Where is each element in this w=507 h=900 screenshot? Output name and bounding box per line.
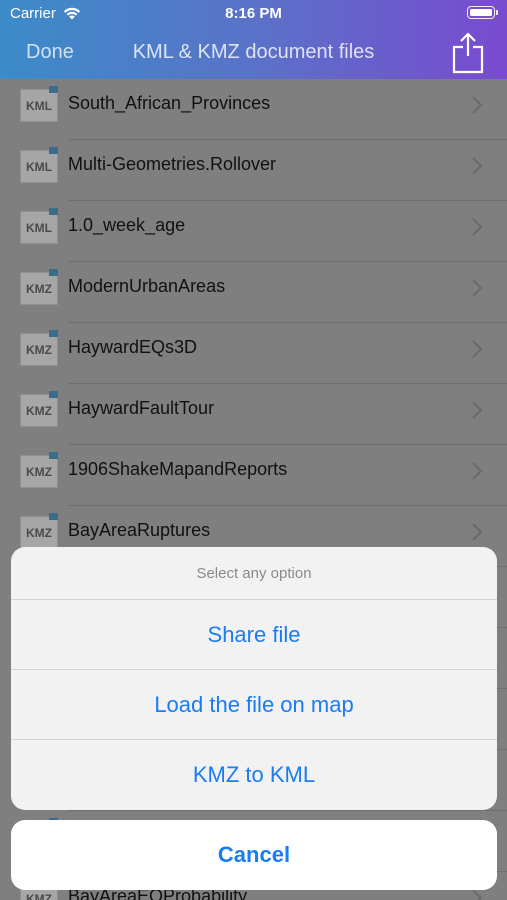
kmz-to-kml-button[interactable]: KMZ to KML — [11, 740, 497, 810]
file-corner-icon — [49, 513, 58, 520]
battery-icon — [467, 6, 498, 19]
file-row[interactable]: KML Multi-Geometries.Rollover — [0, 140, 507, 201]
page-title: KML & KMZ document files — [0, 41, 507, 64]
status-time: 8:16 PM — [225, 5, 282, 22]
file-type-label: KMZ — [26, 342, 52, 357]
file-name: HaywardFaultTour — [68, 398, 215, 418]
chevron-right-icon — [472, 96, 483, 114]
file-corner-icon — [49, 269, 58, 276]
status-bar: Carrier 8:16 PM — [0, 0, 507, 28]
file-type-icon: KMZ — [20, 391, 58, 427]
file-type-icon: KML — [20, 147, 58, 183]
chevron-right-icon — [472, 401, 483, 419]
file-row[interactable]: KMZ HaywardFaultTour — [0, 384, 507, 445]
file-row[interactable]: KML 1.0_week_age — [0, 201, 507, 262]
chevron-right-icon — [472, 157, 483, 175]
file-corner-icon — [49, 208, 58, 215]
file-type-label: KML — [26, 98, 52, 113]
file-type-label: KMZ — [26, 525, 52, 540]
file-type-icon: KMZ — [20, 513, 58, 549]
file-type-label: KML — [26, 220, 52, 235]
file-name: HaywardEQs3D — [68, 337, 198, 357]
file-type-icon: KMZ — [20, 452, 58, 488]
file-name: ModernUrbanAreas — [68, 276, 226, 296]
file-corner-icon — [49, 452, 58, 459]
file-corner-icon — [49, 86, 58, 93]
share-icon[interactable] — [451, 30, 485, 74]
file-corner-icon — [49, 330, 58, 337]
header: Carrier 8:16 PM Done KML & KMZ document … — [0, 0, 507, 79]
file-type-label: KML — [26, 159, 52, 174]
file-row[interactable]: KMZ 1906ShakeMapandReports — [0, 445, 507, 506]
action-sheet-title: Select any option — [11, 547, 497, 600]
file-name: BayAreaRuptures — [68, 520, 211, 540]
action-sheet: Select any option Share file Load the fi… — [11, 547, 497, 810]
file-name: Multi-Geometries.Rollover — [68, 154, 277, 174]
cancel-button[interactable]: Cancel — [11, 820, 497, 890]
file-name: 1.0_week_age — [68, 215, 186, 235]
chevron-right-icon — [472, 523, 483, 541]
file-row[interactable]: KML South_African_Provinces — [0, 79, 507, 140]
share-file-button[interactable]: Share file — [11, 600, 497, 670]
file-type-label: KMZ — [26, 464, 52, 479]
page-title-text: KML & KMZ document files — [132, 41, 375, 63]
file-row[interactable]: KMZ ModernUrbanAreas — [0, 262, 507, 323]
file-name: 1906ShakeMapandReports — [68, 459, 288, 479]
file-type-icon: KMZ — [20, 330, 58, 366]
file-row[interactable]: KMZ HaywardEQs3D — [0, 323, 507, 384]
file-type-label: KMZ — [26, 891, 52, 900]
load-file-on-map-button[interactable]: Load the file on map — [11, 670, 497, 740]
nav-bar: Done KML & KMZ document files — [0, 28, 507, 79]
file-type-label: KMZ — [26, 403, 52, 418]
file-corner-icon — [49, 147, 58, 154]
file-type-label: KMZ — [26, 281, 52, 296]
file-corner-icon — [49, 391, 58, 398]
file-name: South_African_Provinces — [68, 93, 271, 113]
file-type-icon: KML — [20, 208, 58, 244]
file-type-icon: KMZ — [20, 269, 58, 305]
chevron-right-icon — [472, 218, 483, 236]
file-type-icon: KML — [20, 86, 58, 122]
chevron-right-icon — [472, 340, 483, 358]
chevron-right-icon — [472, 279, 483, 297]
chevron-right-icon — [472, 462, 483, 480]
